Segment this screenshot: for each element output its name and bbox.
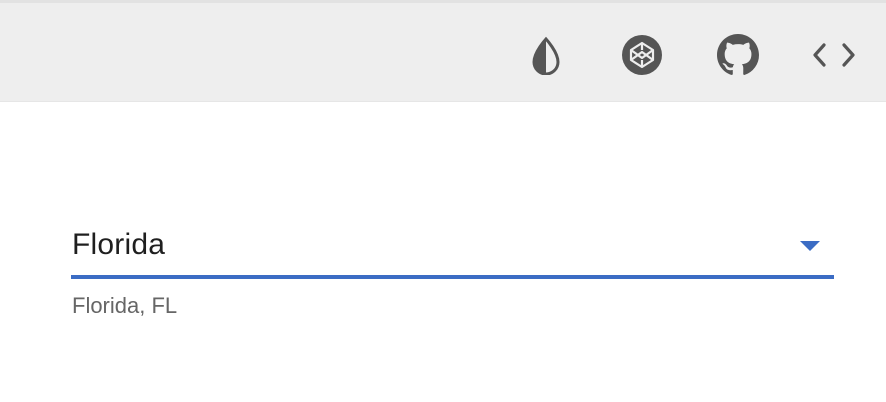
- code-icon[interactable]: [810, 31, 858, 79]
- top-toolbar: [0, 3, 886, 102]
- state-select[interactable]: Florida: [71, 220, 834, 280]
- dropdown-arrow-icon[interactable]: [800, 241, 820, 251]
- select-value: Florida: [72, 228, 166, 261]
- github-icon[interactable]: [714, 31, 762, 79]
- helper-text: Florida, FL: [72, 293, 178, 318]
- select-underline: [71, 275, 834, 279]
- theme-toggle-icon[interactable]: [522, 31, 570, 79]
- codepen-icon[interactable]: [618, 31, 666, 79]
